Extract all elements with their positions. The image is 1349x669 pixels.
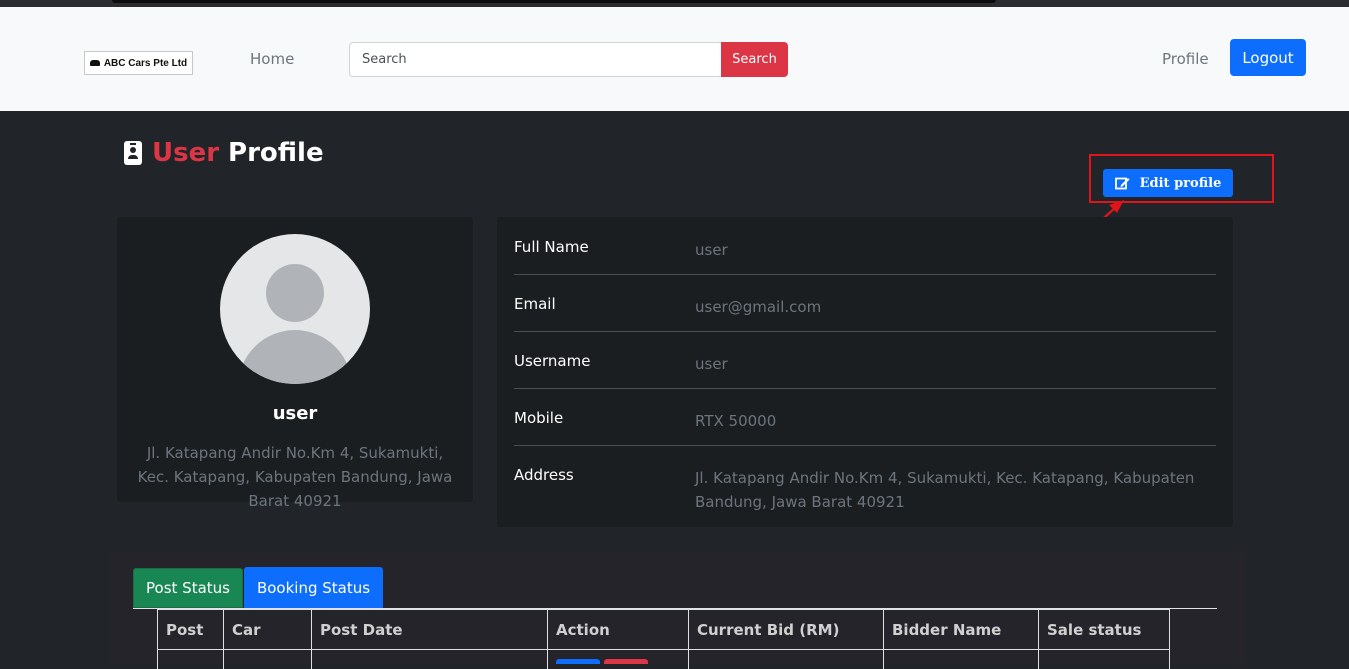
edit-profile-button[interactable]: Edit profile bbox=[1103, 169, 1233, 197]
full-name-value: user bbox=[695, 238, 1195, 262]
divider bbox=[514, 388, 1216, 389]
browser-top-strip bbox=[0, 0, 1349, 7]
avatar bbox=[220, 234, 370, 384]
address-value: Jl. Katapang Andir No.Km 4, Sukamukti, K… bbox=[695, 466, 1195, 514]
column-header-current-bid: Current Bid (RM) bbox=[689, 610, 884, 650]
table-cell bbox=[689, 650, 884, 669]
edit-profile-label: Edit profile bbox=[1140, 176, 1222, 191]
tab-booking-status[interactable]: Booking Status bbox=[244, 567, 383, 608]
username-label: Username bbox=[514, 352, 590, 370]
brand-logo-text: ABC Cars Pte Ltd bbox=[104, 58, 187, 69]
brand-logo[interactable]: ABC Cars Pte Ltd bbox=[84, 51, 193, 75]
post-status-table: Post Car Post Date Action Current Bid (R… bbox=[157, 609, 1170, 669]
divider bbox=[514, 445, 1216, 446]
navbar: ABC Cars Pte Ltd Home Search Profile Log… bbox=[0, 7, 1349, 111]
email-label: Email bbox=[514, 295, 556, 313]
row-action-button[interactable] bbox=[556, 659, 600, 664]
column-header-post-date: Post Date bbox=[312, 610, 548, 650]
profile-address: Jl. Katapang Andir No.Km 4, Sukamukti, K… bbox=[135, 441, 455, 513]
id-badge-icon bbox=[124, 141, 142, 165]
email-value: user@gmail.com bbox=[695, 295, 1195, 319]
column-header-action: Action bbox=[548, 610, 689, 650]
column-header-bidder-name: Bidder Name bbox=[884, 610, 1039, 650]
search-input[interactable] bbox=[349, 42, 722, 77]
mobile-value: RTX 50000 bbox=[695, 409, 1195, 433]
divider bbox=[514, 331, 1216, 332]
search-button[interactable]: Search bbox=[721, 42, 788, 77]
avatar-body-shape bbox=[238, 330, 352, 384]
avatar-head-shape bbox=[266, 264, 324, 322]
row-delete-button[interactable] bbox=[604, 659, 648, 664]
table-cell bbox=[312, 650, 548, 669]
table-row bbox=[158, 650, 1170, 669]
column-header-sale-status: Sale status bbox=[1039, 610, 1170, 650]
car-icon bbox=[90, 60, 100, 66]
page-title-rest: Profile bbox=[228, 137, 324, 169]
table-cell bbox=[1039, 650, 1170, 669]
column-header-post: Post bbox=[158, 610, 224, 650]
nav-profile-link[interactable]: Profile bbox=[1162, 50, 1209, 68]
profile-card: user Jl. Katapang Andir No.Km 4, Sukamuk… bbox=[117, 217, 473, 502]
logout-button[interactable]: Logout bbox=[1230, 39, 1306, 76]
column-header-car: Car bbox=[224, 610, 312, 650]
profile-details-card: Full Name user Email user@gmail.com User… bbox=[497, 217, 1233, 527]
table-header-row: Post Car Post Date Action Current Bid (R… bbox=[158, 610, 1170, 650]
tab-post-status[interactable]: Post Status bbox=[133, 568, 243, 608]
full-name-label: Full Name bbox=[514, 238, 589, 256]
username-value: user bbox=[695, 352, 1195, 376]
table-cell bbox=[224, 650, 312, 669]
table-cell bbox=[158, 650, 224, 669]
address-label: Address bbox=[514, 466, 574, 484]
profile-name: user bbox=[117, 403, 473, 424]
nav-home-link[interactable]: Home bbox=[250, 50, 294, 68]
table-cell bbox=[884, 650, 1039, 669]
divider bbox=[514, 274, 1216, 275]
edit-icon bbox=[1115, 176, 1130, 190]
page-title: User Profile bbox=[124, 137, 324, 169]
mobile-label: Mobile bbox=[514, 409, 563, 427]
page-title-accent: User bbox=[152, 137, 219, 169]
table-cell-action bbox=[548, 650, 689, 669]
